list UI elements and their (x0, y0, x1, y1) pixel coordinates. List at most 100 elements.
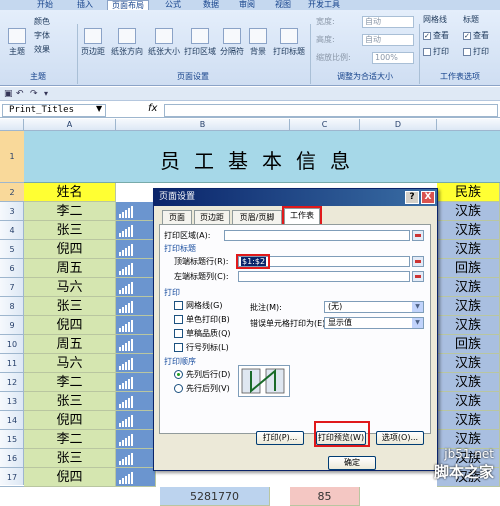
header-cell-nation[interactable]: 民族 (437, 183, 500, 202)
row-header-16[interactable]: 16 (0, 449, 24, 468)
row-col-headings-checkbox[interactable] (174, 343, 183, 352)
customize-qat-icon[interactable]: ▾ (44, 89, 48, 98)
column-header-d[interactable]: D (360, 119, 437, 131)
draft-quality-checkbox[interactable] (174, 329, 183, 338)
row-header-15[interactable]: 15 (0, 430, 24, 449)
tab-header-footer[interactable]: 页眉/页脚 (232, 210, 282, 224)
row-header-7[interactable]: 7 (0, 278, 24, 297)
tab-page-layout[interactable]: 页面布局 (107, 0, 149, 10)
save-icon[interactable]: ▣ (4, 89, 13, 99)
name-cell[interactable]: 周五 (24, 335, 116, 354)
databar-cell[interactable] (116, 221, 156, 240)
comments-select[interactable]: (无) ▼ (324, 301, 424, 313)
row-header-6[interactable]: 6 (0, 259, 24, 278)
databar-cell[interactable] (116, 297, 156, 316)
nation-cell[interactable]: 汉族 (437, 316, 500, 335)
height-select[interactable]: 自动 (362, 34, 414, 46)
salary-cell[interactable]: 5281770 (160, 487, 270, 506)
nation-cell[interactable]: 汉族 (437, 221, 500, 240)
column-header-a[interactable]: A (24, 119, 116, 131)
row-header-11[interactable]: 11 (0, 354, 24, 373)
theme-colors-button[interactable]: 颜色 (34, 16, 50, 28)
header-cell-name[interactable]: 姓名 (24, 183, 116, 202)
gridlines-print-checkbox[interactable]: 打印 (423, 46, 449, 58)
row-header-13[interactable]: 13 (0, 392, 24, 411)
name-cell[interactable]: 倪四 (24, 411, 116, 430)
column-header-c[interactable]: C (290, 119, 360, 131)
databar-cell[interactable] (116, 202, 156, 221)
row-header-12[interactable]: 12 (0, 373, 24, 392)
ok-button[interactable]: 确定 (328, 456, 376, 470)
tab-formulas[interactable]: 公式 (158, 0, 188, 10)
formula-input[interactable] (164, 104, 498, 117)
name-cell[interactable]: 倪四 (24, 316, 116, 335)
nation-cell[interactable]: 汉族 (437, 202, 500, 221)
headings-print-checkbox[interactable]: 打印 (463, 46, 489, 58)
undo-icon[interactable]: ↶ (16, 89, 24, 99)
databar-cell[interactable] (116, 335, 156, 354)
row-header-3[interactable]: 3 (0, 202, 24, 221)
nation-cell[interactable]: 回族 (437, 259, 500, 278)
tab-view[interactable]: 视图 (268, 0, 298, 10)
gridlines-checkbox[interactable] (174, 301, 183, 310)
name-box[interactable]: Print_Titles (2, 104, 106, 117)
name-box-dropdown-icon[interactable]: ▼ (96, 104, 102, 113)
age-cell[interactable]: 85 (290, 487, 360, 506)
print-area-input[interactable] (224, 230, 410, 241)
name-cell[interactable]: 周五 (24, 259, 116, 278)
row-header-14[interactable]: 14 (0, 411, 24, 430)
themes-button[interactable]: 主题 (4, 28, 30, 57)
gridlines-view-checkbox[interactable]: 查看 (423, 30, 449, 42)
background-button[interactable]: 背景 (247, 28, 269, 57)
name-cell[interactable]: 李二 (24, 202, 116, 221)
nation-cell[interactable]: 汉族 (437, 373, 500, 392)
column-header-b[interactable]: B (116, 119, 290, 131)
sheet-title-cell[interactable]: 员工基本信息 (24, 131, 500, 183)
scale-input[interactable]: 100% (372, 52, 414, 64)
theme-effects-button[interactable]: 效果 (34, 44, 50, 56)
row-header-10[interactable]: 10 (0, 335, 24, 354)
row-header-17[interactable]: 17 (0, 468, 24, 487)
name-cell[interactable]: 张三 (24, 221, 116, 240)
nation-cell[interactable]: 汉族 (437, 354, 500, 373)
tab-home[interactable]: 开始 (30, 0, 60, 10)
headings-view-checkbox[interactable]: 查看 (463, 30, 489, 42)
databar-cell[interactable] (116, 278, 156, 297)
over-then-down-radio[interactable] (174, 384, 183, 393)
row-header-9[interactable]: 9 (0, 316, 24, 335)
databar-cell[interactable] (116, 259, 156, 278)
row-header-8[interactable]: 8 (0, 297, 24, 316)
databar-cell[interactable] (116, 354, 156, 373)
name-cell[interactable]: 张三 (24, 449, 116, 468)
tab-review[interactable]: 审阅 (232, 0, 262, 10)
rows-repeat-picker-icon[interactable] (412, 256, 424, 267)
breaks-button[interactable]: 分隔符 (219, 28, 245, 57)
print-area-button[interactable]: 打印区域 (183, 28, 217, 57)
tab-page[interactable]: 页面 (162, 210, 192, 224)
theme-fonts-button[interactable]: 字体 (34, 30, 50, 42)
tab-margins[interactable]: 页边距 (194, 210, 230, 224)
name-cell[interactable]: 张三 (24, 392, 116, 411)
size-button[interactable]: 纸张大小 (147, 28, 181, 57)
tab-insert[interactable]: 插入 (70, 0, 100, 10)
name-cell[interactable]: 马六 (24, 278, 116, 297)
cell-errors-select[interactable]: 显示值 ▼ (324, 317, 424, 329)
help-button[interactable]: ? (405, 191, 419, 204)
width-select[interactable]: 自动 (362, 16, 414, 28)
databar-cell[interactable] (116, 449, 156, 468)
nation-cell[interactable]: 汉族 (437, 278, 500, 297)
name-cell[interactable]: 李二 (24, 373, 116, 392)
row-header-4[interactable]: 4 (0, 221, 24, 240)
databar-cell[interactable] (116, 316, 156, 335)
close-button[interactable]: X (421, 191, 435, 204)
name-cell[interactable]: 马六 (24, 354, 116, 373)
select-all-corner[interactable] (0, 119, 24, 131)
redo-icon[interactable]: ↷ (30, 89, 38, 99)
nation-cell[interactable]: 汉族 (437, 240, 500, 259)
databar-cell[interactable] (116, 392, 156, 411)
databar-cell[interactable] (116, 411, 156, 430)
databar-cell[interactable] (116, 373, 156, 392)
cols-repeat-input[interactable] (238, 271, 410, 282)
name-cell[interactable]: 张三 (24, 297, 116, 316)
orientation-button[interactable]: 纸张方向 (110, 28, 144, 57)
